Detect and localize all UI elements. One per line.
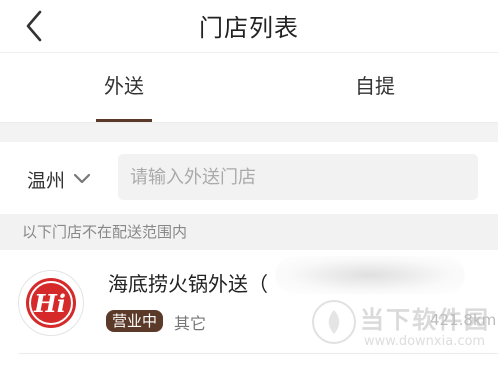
watermark-logo-icon <box>312 300 356 344</box>
section-divider <box>0 122 498 143</box>
watermark-url: www.downxia.com <box>364 334 486 349</box>
search-box <box>118 154 478 200</box>
out-of-range-notice: 以下门店不在配送范围内 <box>22 223 188 241</box>
store-search-input[interactable] <box>118 154 460 200</box>
store-name: 海底捞火锅外送（ <box>108 272 268 296</box>
chevron-down-icon <box>73 170 91 189</box>
watermark: 当下软件园 www.downxia.com <box>312 296 498 368</box>
city-selector[interactable]: 温州 <box>27 164 91 194</box>
page-title: 门店列表 <box>199 14 299 42</box>
watermark-title: 当下软件园 <box>360 306 490 334</box>
notice-bar: 以下门店不在配送范围内 <box>0 214 498 250</box>
city-name: 温州 <box>27 169 66 192</box>
store-category: 其它 <box>174 314 207 333</box>
tab-delivery[interactable]: 外送 <box>96 53 152 123</box>
status-badge: 营业中 <box>106 310 164 332</box>
filter-row: 温州 <box>0 142 498 214</box>
tab-bar: 外送 自提 <box>0 52 498 123</box>
svg-text:Hi: Hi <box>33 289 66 318</box>
redacted-area <box>275 256 465 294</box>
header: 门店列表 <box>0 0 498 52</box>
haidilao-logo: Hi <box>18 270 84 336</box>
tab-pickup[interactable]: 自提 <box>350 53 400 123</box>
